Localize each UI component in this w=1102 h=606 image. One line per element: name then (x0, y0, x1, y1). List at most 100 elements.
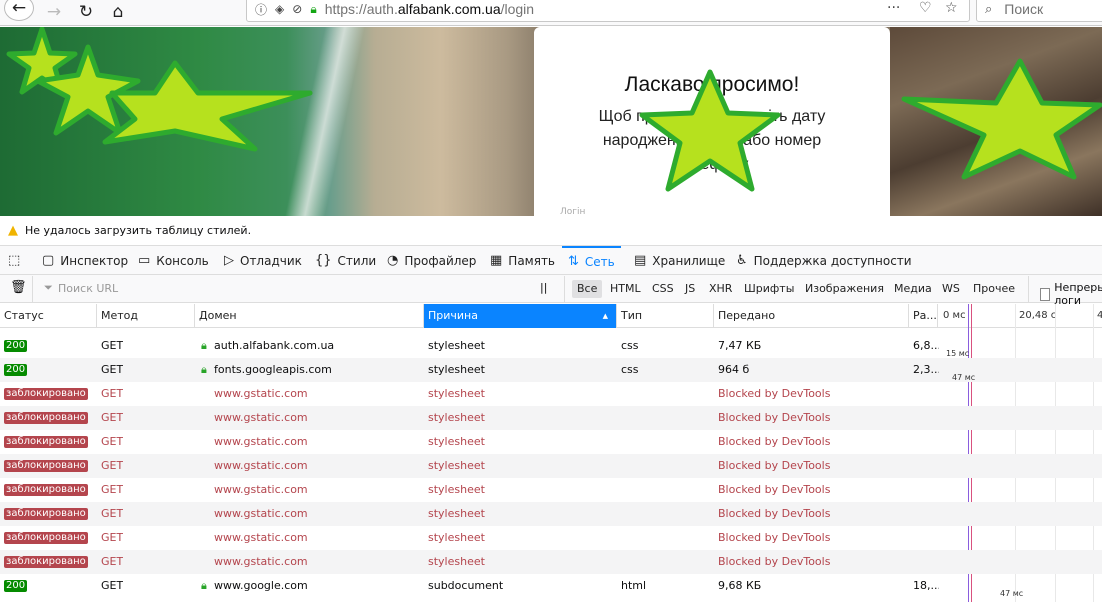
status-badge: заблокировано (4, 412, 88, 424)
method-cell: GET (101, 531, 124, 544)
picker-icon: ⬚ (8, 253, 21, 268)
request-list: 200 GET 🔒︎ auth.alfabank.com.ua stylesheet cs… (0, 334, 1102, 598)
filter-url-input[interactable]: Поиск URL (58, 282, 118, 295)
domain-cell: www.gstatic.com (214, 483, 308, 496)
tracking-shield-icon[interactable]: ◈ (275, 2, 284, 16)
column-status[interactable]: Статус (0, 304, 97, 328)
column-method[interactable]: Метод (97, 304, 195, 328)
method-cell: GET (101, 483, 124, 496)
element-picker-button[interactable]: ⬚ (8, 246, 26, 275)
filter-media[interactable]: Медиа (889, 280, 937, 298)
cause-cell: stylesheet (428, 387, 485, 400)
browser-toolbar: ← → ↻ ⌂ ⓘ ◈ ⊘ 🔒︎ https://auth.alfabank.c… (0, 0, 1102, 26)
transferred-cell: Blocked by DevTools (718, 387, 831, 400)
filter-all[interactable]: Все (572, 280, 603, 298)
table-row[interactable]: 200 GET 🔒︎ fonts.googleapis.com stylesheet cs… (0, 358, 1102, 382)
style-editor-icon: {} (315, 253, 332, 268)
cause-cell: stylesheet (428, 363, 485, 376)
url-bar[interactable]: ⓘ ◈ ⊘ 🔒︎ https://auth.alfabank.com.ua/lo… (246, 0, 970, 22)
reload-button[interactable]: ↻ (72, 0, 100, 24)
url-text[interactable]: https://auth.alfabank.com.ua/login (325, 1, 534, 17)
table-row[interactable]: заблокировано GET www.gstatic.com styleshee… (0, 382, 1102, 406)
status-badge: заблокировано (4, 436, 88, 448)
lock-icon: 🔒︎ (201, 339, 207, 352)
filter-html[interactable]: HTML (605, 280, 646, 298)
table-row[interactable]: заблокировано GET www.gstatic.com styleshee… (0, 526, 1102, 550)
status-badge: заблокировано (4, 460, 88, 472)
filter-xhr[interactable]: XHR (704, 280, 737, 298)
home-button[interactable]: ⌂ (104, 0, 132, 24)
filter-css[interactable]: CSS (647, 280, 679, 298)
table-row[interactable]: заблокировано GET www.gstatic.com styleshee… (0, 478, 1102, 502)
domain-cell: www.gstatic.com (214, 531, 308, 544)
column-domain[interactable]: Домен (195, 304, 424, 328)
type-cell: css (621, 339, 639, 352)
domain-cell: www.gstatic.com (214, 411, 308, 424)
tab-label: Поддержка доступности (753, 253, 912, 268)
column-transferred[interactable]: Передано (714, 304, 909, 328)
transferred-cell: 7,47 КБ (718, 339, 762, 352)
tab-accessibility[interactable]: ♿︎ Поддержка доступности (736, 246, 912, 275)
table-row[interactable]: заблокировано GET www.gstatic.com styleshee… (0, 454, 1102, 478)
filter-js[interactable]: JS (680, 280, 700, 298)
filter-images[interactable]: Изображения (800, 280, 889, 298)
status-badge: 200 (4, 340, 28, 352)
toolbar-divider (1028, 276, 1029, 302)
table-row[interactable]: заблокировано GET www.gstatic.com styleshee… (0, 550, 1102, 574)
transferred-cell: Blocked by DevTools (718, 483, 831, 496)
tab-debugger[interactable]: ▷ Отладчик (224, 246, 302, 275)
table-row[interactable]: 200 GET 🔒︎ auth.alfabank.com.ua stylesheet cs… (0, 334, 1102, 358)
column-cause[interactable]: Причина (424, 304, 617, 328)
table-row[interactable]: заблокировано GET www.gstatic.com styleshee… (0, 430, 1102, 454)
pocket-icon[interactable]: ♡ (919, 0, 932, 16)
page-subtitle: Щоб продовжити, введіть дату народження,… (598, 108, 826, 173)
cause-cell: stylesheet (428, 531, 485, 544)
waterfall-timing: 47 мс (1000, 589, 1024, 598)
domain-cell: fonts.googleapis.com (214, 363, 332, 376)
timeline-tick-end: 4 (1097, 310, 1102, 321)
accessibility-icon: ♿︎ (736, 253, 748, 268)
filter-ws[interactable]: WS (937, 280, 965, 298)
search-bar[interactable]: ⌕ Поиск (976, 0, 1102, 22)
transferred-cell: Blocked by DevTools (718, 411, 831, 424)
beach-foam (284, 27, 366, 216)
forward-button[interactable]: → (40, 0, 68, 24)
table-row[interactable]: 200 GET 🔒︎ www.google.com subdocument html 9,6… (0, 574, 1102, 598)
bookmark-star-icon[interactable]: ☆ (945, 0, 958, 16)
lock-icon: 🔒︎ (310, 1, 317, 16)
column-size[interactable]: Ра... (909, 304, 938, 328)
column-type[interactable]: Тип (617, 304, 714, 328)
info-icon[interactable]: ⓘ (255, 1, 267, 18)
filter-fonts[interactable]: Шрифты (739, 280, 799, 298)
tab-profiler[interactable]: ◔ Профайлер (387, 246, 476, 275)
filter-icon: ⏷ (44, 281, 53, 294)
transferred-cell: Blocked by DevTools (718, 435, 831, 448)
more-actions-icon[interactable]: ··· (887, 0, 900, 16)
memory-icon: ▦ (490, 253, 503, 268)
method-cell: GET (101, 363, 124, 376)
domain-cell: auth.alfabank.com.ua (214, 339, 335, 352)
status-badge: заблокировано (4, 508, 88, 520)
tab-console[interactable]: ▭ Консоль (138, 246, 209, 275)
table-row[interactable]: заблокировано GET www.gstatic.com styleshee… (0, 502, 1102, 526)
cause-cell: stylesheet (428, 483, 485, 496)
tab-label: Стили (337, 253, 377, 268)
table-row[interactable]: заблокировано GET www.gstatic.com styleshee… (0, 406, 1102, 430)
pause-button[interactable]: || (540, 281, 547, 294)
tab-network[interactable]: ⇅ Сеть (562, 246, 621, 275)
search-icon: ⌕ (985, 1, 993, 16)
trash-icon[interactable]: 🗑︎ (10, 280, 27, 295)
permissions-icon[interactable]: ⊘ (292, 2, 302, 16)
tab-storage[interactable]: ▤ Хранилище (634, 246, 725, 275)
transferred-cell: 9,68 КБ (718, 579, 762, 592)
tab-inspector[interactable]: ▢ Инспектор (42, 246, 128, 275)
tab-memory[interactable]: ▦ Память (490, 246, 555, 275)
domain-cell: www.google.com (214, 579, 308, 592)
status-badge: заблокировано (4, 388, 88, 400)
tab-style-editor[interactable]: {} Стили (315, 246, 376, 275)
checkbox-box[interactable] (1040, 287, 1051, 301)
back-button[interactable]: ← (4, 0, 34, 21)
transferred-cell: Blocked by DevTools (718, 531, 831, 544)
filter-other[interactable]: Прочее (968, 280, 1020, 298)
status-badge: 200 (4, 580, 28, 592)
